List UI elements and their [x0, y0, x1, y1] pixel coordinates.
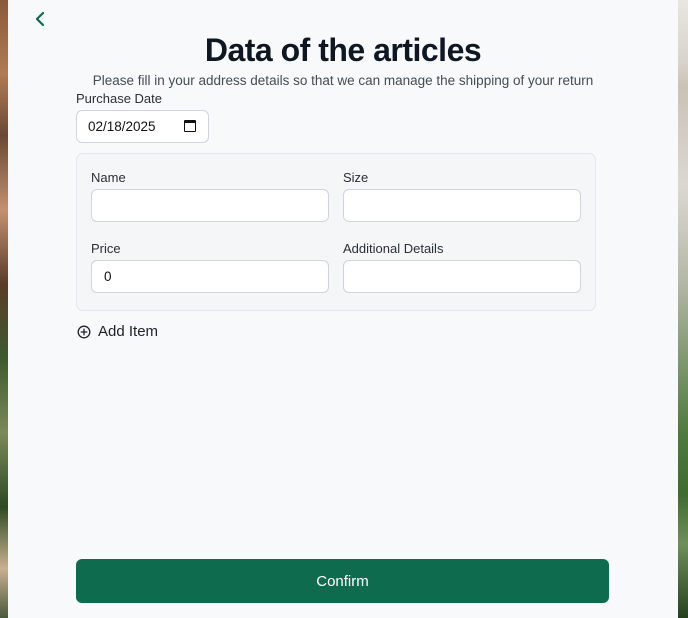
- articles-form-panel: Data of the articles Please fill in your…: [8, 0, 678, 618]
- price-input[interactable]: 0: [91, 260, 329, 293]
- size-label: Size: [343, 170, 369, 185]
- calendar-icon[interactable]: [184, 120, 196, 132]
- name-input[interactable]: [91, 189, 329, 222]
- purchase-date-input[interactable]: 02/18/2025: [76, 110, 209, 143]
- page-subtitle: Please fill in your address details so t…: [92, 73, 594, 88]
- size-input[interactable]: [343, 189, 581, 222]
- add-item-label: Add Item: [98, 323, 159, 340]
- confirm-button[interactable]: Confirm: [76, 559, 609, 603]
- name-label: Name: [91, 170, 126, 185]
- add-item-button[interactable]: Add Item: [77, 323, 158, 340]
- background-photo-right: [678, 0, 688, 618]
- chevron-left-icon: [35, 11, 45, 27]
- price-label: Price: [91, 241, 121, 256]
- background-photo-left: [0, 0, 8, 618]
- back-button[interactable]: [30, 8, 50, 30]
- item-card: Name Size Price 0 Additional Details: [76, 153, 596, 311]
- page-title: Data of the articles: [204, 32, 482, 68]
- additional-details-label: Additional Details: [343, 241, 444, 256]
- plus-circle-icon: [77, 325, 91, 338]
- additional-details-input[interactable]: [343, 260, 581, 293]
- purchase-date-label: Purchase Date: [76, 91, 162, 106]
- purchase-date-value: 02/18/2025: [88, 119, 156, 134]
